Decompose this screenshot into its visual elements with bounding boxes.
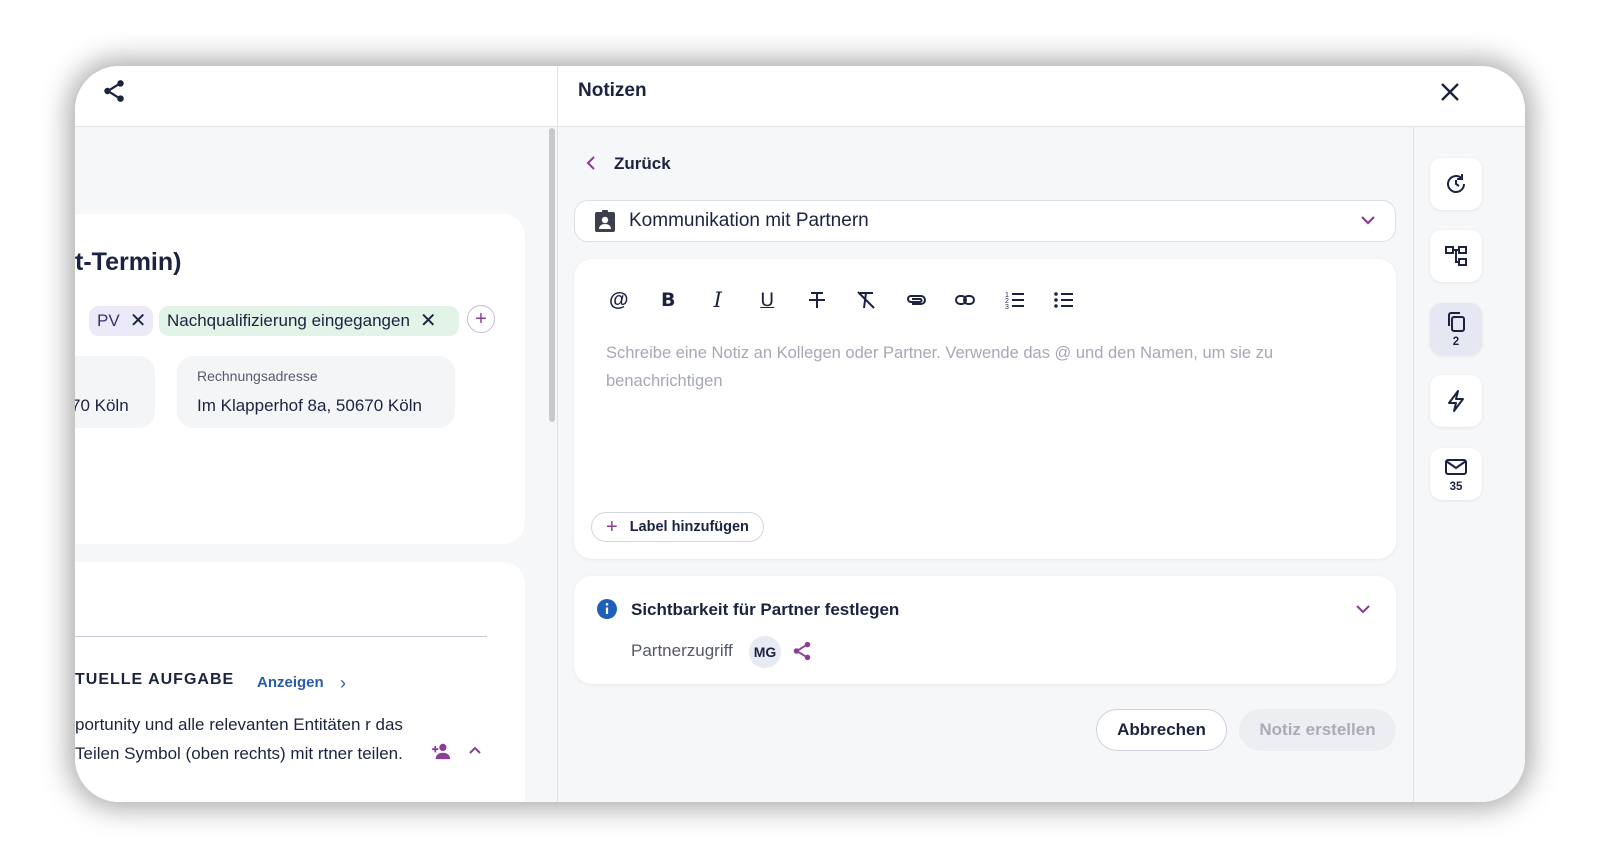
selected-category: Kommunikation mit Partnern (629, 210, 869, 231)
numbered-list-button[interactable]: 123 (990, 285, 1040, 315)
tag-label: PV (97, 311, 120, 330)
note-category-select[interactable]: Kommunikation mit Partnern (574, 200, 1396, 242)
svg-text:3: 3 (1005, 304, 1009, 311)
strikethrough-button[interactable] (792, 285, 842, 315)
underline-icon: U (760, 289, 775, 311)
billing-address-value: Im Klapperhof 8a, 50670 Köln (197, 396, 422, 415)
divider (75, 636, 487, 637)
side-rail: 2 35 (1413, 127, 1525, 802)
clear-format-button[interactable] (842, 285, 892, 315)
mail-count: 35 (1449, 481, 1463, 493)
billing-address-label: Rechnungsadresse (197, 368, 318, 384)
hierarchy-button[interactable] (1430, 230, 1482, 282)
add-tag-button[interactable]: + (467, 305, 495, 333)
chevron-down-icon[interactable] (1355, 603, 1371, 615)
note-editor[interactable]: @ B I U 1 2 3 Schreibe eine Notiz an Kol… (574, 259, 1396, 559)
chevron-left-icon[interactable] (584, 153, 598, 173)
formatting-toolbar: @ B I U 1 2 3 (594, 285, 1089, 315)
link-icon (955, 295, 976, 305)
create-note-button[interactable]: Notiz erstellen (1239, 709, 1396, 751)
plus-icon: + (606, 516, 618, 538)
numbered-list-icon: 123 (1005, 292, 1024, 311)
close-icon[interactable] (1438, 80, 1462, 104)
strikethrough-icon (808, 292, 825, 308)
remove-tag-icon[interactable]: ✕ (130, 311, 147, 331)
panel-title: Notizen (578, 80, 647, 101)
share-icon[interactable] (101, 78, 127, 104)
record-title: t-Termin) (75, 248, 182, 276)
chevron-up-icon[interactable] (467, 742, 483, 758)
add-label-button[interactable]: + Label hinzufügen (591, 512, 764, 542)
lightning-icon (1448, 390, 1464, 412)
copies-count: 2 (1452, 336, 1460, 348)
automation-button[interactable] (1430, 375, 1482, 427)
chevron-right-icon[interactable]: › (340, 673, 346, 694)
mail-button[interactable]: 35 (1430, 448, 1482, 500)
task-description: portunity und alle relevanten Entitäten … (75, 715, 403, 763)
share-icon[interactable] (791, 640, 813, 662)
address-value: 70 Köln (75, 396, 129, 415)
partner-avatar: MG (749, 636, 781, 668)
note-text-placeholder[interactable]: Schreibe eine Notiz an Kollegen oder Par… (606, 339, 1346, 395)
mention-button[interactable]: @ (594, 285, 644, 315)
underline-button[interactable]: U (743, 285, 793, 315)
tag-label: Nachqualifizierung eingegangen (167, 311, 410, 330)
bullet-list-icon (1054, 292, 1074, 308)
hierarchy-icon (1445, 246, 1467, 266)
history-button[interactable] (1430, 158, 1482, 210)
copies-button[interactable]: 2 (1430, 303, 1482, 355)
current-task-heading: TUELLE AUFGABE (75, 671, 235, 688)
bold-button[interactable]: B (644, 285, 694, 315)
visibility-title: Sichtbarkeit für Partner festlegen (631, 600, 900, 619)
scrollbar[interactable] (549, 128, 555, 422)
app-window: t-Termin) PV ✕ Nachqualifizierung eingeg… (75, 66, 1525, 802)
visibility-section: Sichtbarkeit für Partner festlegen Partn… (574, 576, 1396, 684)
record-detail-pane: t-Termin) PV ✕ Nachqualifizierung eingeg… (75, 66, 569, 802)
mail-icon (1445, 459, 1467, 475)
link-button[interactable] (941, 285, 991, 315)
add-label-text: Label hinzufügen (629, 519, 749, 535)
copies-icon (1448, 312, 1465, 332)
tag-nachqualifizierung[interactable]: Nachqualifizierung eingegangen ✕ (159, 306, 459, 336)
history-icon (1447, 174, 1465, 193)
italic-icon: I (713, 288, 722, 312)
cancel-button[interactable]: Abbrechen (1096, 709, 1227, 751)
contact-badge-icon (595, 210, 615, 232)
remove-tag-icon[interactable]: ✕ (420, 311, 437, 331)
partner-access-label: Partnerzugriff (631, 641, 733, 660)
at-icon: @ (608, 288, 629, 311)
italic-button[interactable]: I (693, 285, 743, 315)
show-task-link[interactable]: Anzeigen (257, 674, 324, 691)
tag-pv[interactable]: PV ✕ (89, 306, 153, 336)
info-icon (597, 599, 617, 619)
record-header (75, 66, 569, 127)
address-card: 70 Köln (75, 356, 155, 428)
bullet-list-button[interactable] (1040, 285, 1090, 315)
paperclip-icon (906, 295, 926, 305)
bold-icon: B (661, 289, 676, 311)
attach-button[interactable] (891, 285, 941, 315)
add-person-icon[interactable] (431, 742, 453, 760)
notes-panel: Notizen Zurück Kommunikation mit Partner… (557, 66, 1525, 802)
notes-content: Zurück Kommunikation mit Partnern @ B I (558, 127, 1413, 802)
panel-header: Notizen (558, 66, 1525, 127)
back-button[interactable]: Zurück (614, 154, 671, 174)
billing-address-card: Rechnungsadresse Im Klapperhof 8a, 50670… (177, 356, 455, 428)
chevron-down-icon[interactable] (1359, 213, 1377, 227)
clear-format-icon (857, 291, 875, 309)
